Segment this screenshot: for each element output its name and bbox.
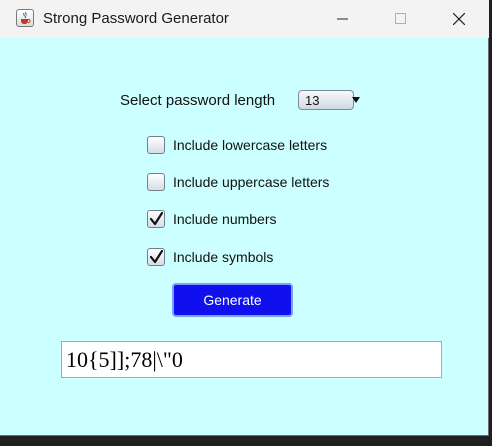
password-length-value: 13: [305, 93, 320, 108]
window-title: Strong Password Generator: [43, 10, 229, 27]
lowercase-label: Include lowercase letters: [173, 137, 328, 153]
numbers-label: Include numbers: [173, 211, 277, 227]
password-output-field[interactable]: 10{5]];78|\"0: [61, 341, 442, 378]
password-length-dropdown[interactable]: 13: [298, 90, 360, 110]
checkmark-icon: [150, 212, 163, 226]
uppercase-checkbox[interactable]: [147, 173, 165, 191]
app-window: Strong Password Generator Select passwor…: [0, 0, 489, 436]
numbers-checkbox[interactable]: [147, 210, 165, 228]
title-bar[interactable]: Strong Password Generator: [0, 0, 489, 38]
symbols-label: Include symbols: [173, 249, 274, 265]
lowercase-checkbox[interactable]: [147, 136, 165, 154]
symbols-checkbox[interactable]: [147, 248, 165, 266]
maximize-button[interactable]: [372, 0, 430, 38]
generate-button[interactable]: Generate: [172, 283, 293, 317]
close-button[interactable]: [430, 0, 488, 38]
uppercase-label: Include uppercase letters: [173, 174, 330, 190]
password-length-label: Select password length: [120, 92, 276, 109]
checkmark-icon: [150, 250, 163, 264]
maximize-icon: [395, 13, 406, 24]
minimize-icon: [337, 18, 348, 20]
minimize-button[interactable]: [314, 0, 372, 38]
close-icon: [453, 13, 465, 25]
java-cup-icon: [16, 9, 34, 27]
